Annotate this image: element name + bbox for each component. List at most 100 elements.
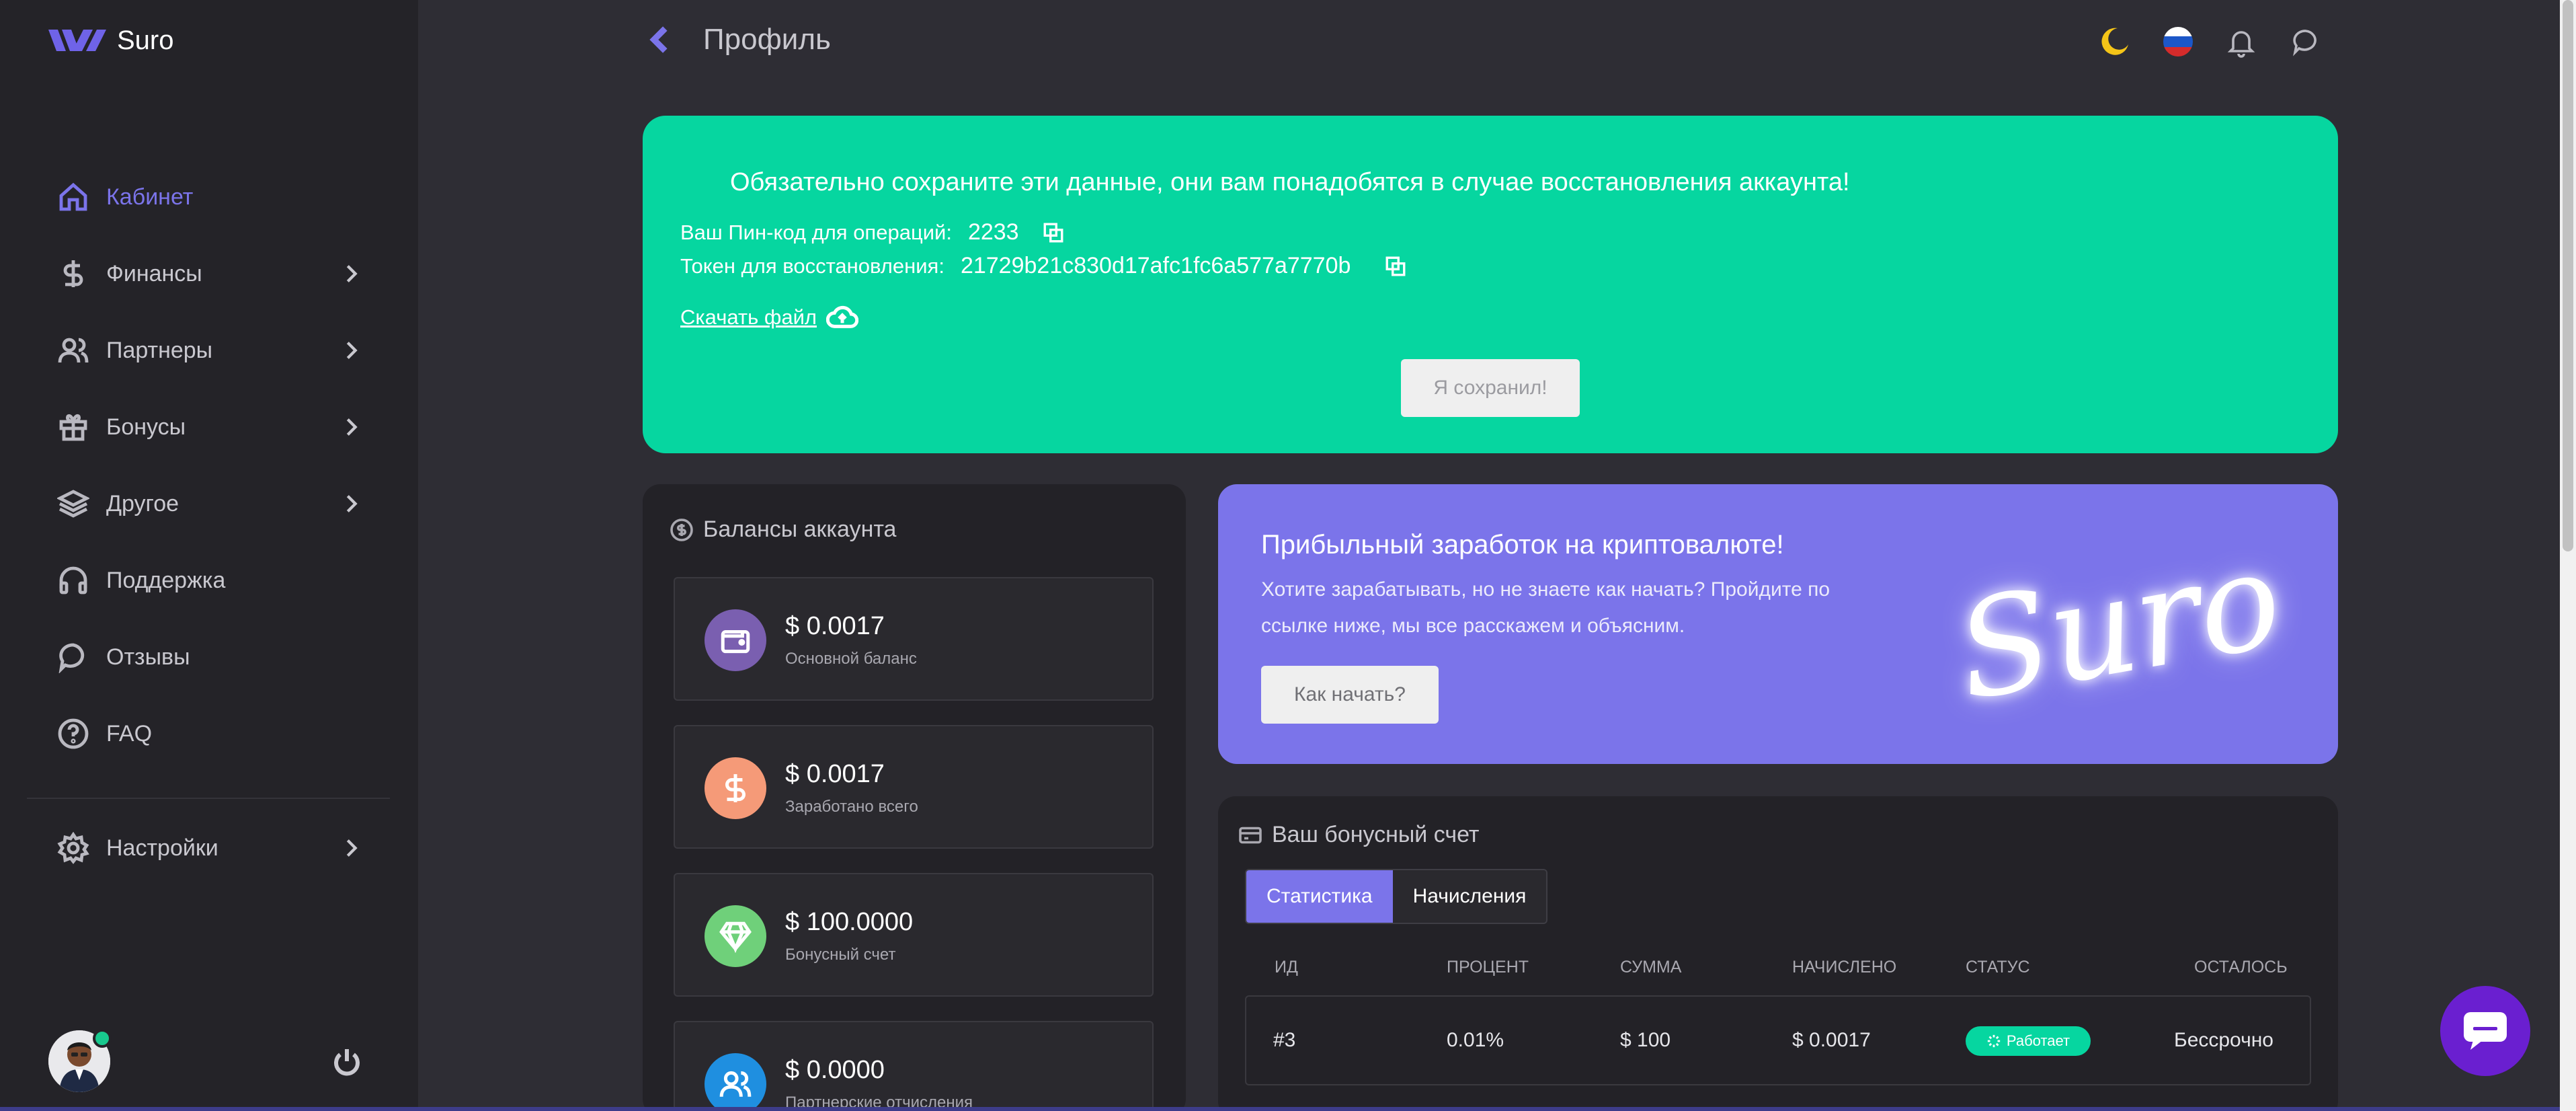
- column-header-id: ИД: [1275, 958, 1298, 976]
- column-header-sum: СУММА: [1620, 958, 1682, 976]
- token-value: 21729b21c830d17afc1fc6a577a7770b: [960, 253, 1351, 278]
- bottom-edge-line: [0, 1107, 2560, 1111]
- column-header-accrued: НАЧИСЛЕНО: [1792, 958, 1897, 976]
- token-row: Токен для восстановления: 21729b21c830d1…: [680, 253, 1407, 279]
- tab-accruals[interactable]: Начисления: [1392, 870, 1547, 923]
- power-icon: [334, 1049, 360, 1076]
- comment-icon: [56, 640, 90, 674]
- token-label: Токен для восстановления:: [680, 254, 944, 278]
- headphones-icon: [56, 564, 90, 597]
- balance-card-earned: $ 0.0017 Заработано всего: [674, 725, 1154, 849]
- tab-statistics[interactable]: Статистика: [1246, 870, 1393, 923]
- language-button[interactable]: [2159, 23, 2197, 61]
- copy-pin-button[interactable]: [1042, 221, 1065, 244]
- bonus-header: Ваш бонусный счет: [1238, 822, 1479, 848]
- sidebar-nav: Кабинет Финансы Партнеры Бонусы Другое П…: [27, 159, 363, 772]
- balance-amount: $ 0.0017: [785, 760, 885, 788]
- credit-card-icon: [1239, 827, 1262, 843]
- chat-icon: [2293, 30, 2317, 56]
- download-label: Скачать файл: [680, 305, 817, 329]
- sidebar-item-label: Отзывы: [106, 644, 190, 670]
- chevron-right-icon: [340, 338, 363, 363]
- sidebar-item-label: Настройки: [106, 835, 218, 861]
- sidebar-item-other[interactable]: Другое: [27, 465, 363, 542]
- download-file-link[interactable]: Скачать файл: [680, 304, 859, 331]
- pin-row: Ваш Пин-код для операций: 2233: [680, 219, 1065, 245]
- copy-icon: [1385, 256, 1406, 276]
- sidebar-item-reviews[interactable]: Отзывы: [27, 619, 363, 695]
- chevron-right-icon: [340, 835, 363, 861]
- sidebar-item-settings[interactable]: Настройки: [27, 810, 363, 886]
- copy-icon: [1043, 223, 1063, 242]
- layers-icon: [56, 487, 90, 521]
- promo-title: Прибыльный заработок на криптовалюте!: [1261, 530, 1784, 560]
- sidebar-item-partners[interactable]: Партнеры: [27, 312, 363, 389]
- balance-card-partner: $ 0.0000 Партнерские отчисления: [674, 1021, 1154, 1111]
- column-header-remaining: ОСТАЛОСЬ: [2194, 958, 2288, 976]
- logout-button[interactable]: [331, 1046, 363, 1079]
- chevron-right-icon: [340, 414, 363, 440]
- balance-amount: $ 0.0017: [785, 612, 885, 640]
- balances-panel: Балансы аккаунта $ 0.0017 Основной балан…: [643, 484, 1186, 1111]
- sidebar-item-bonuses[interactable]: Бонусы: [27, 389, 363, 465]
- sidebar: Suro Кабинет Финансы Партнеры Бонусы Дру…: [0, 0, 418, 1111]
- dollar-icon: [56, 257, 90, 291]
- cell-accrued: $ 0.0017: [1792, 1029, 1871, 1051]
- cell-percent: 0.01%: [1447, 1029, 1504, 1051]
- bonus-account-panel: Ваш бонусный счет Статистика Начисления …: [1218, 796, 2338, 1111]
- support-chat-button[interactable]: [2440, 986, 2530, 1076]
- sidebar-divider: [27, 798, 390, 799]
- sidebar-settings-section: Настройки: [27, 810, 363, 886]
- suro-logo-icon: [48, 30, 106, 51]
- scrollbar-thumb[interactable]: [2563, 0, 2573, 551]
- chevron-right-icon: [340, 261, 363, 286]
- cloud-upload-icon: [826, 305, 859, 328]
- users-icon: [56, 334, 90, 367]
- home-icon: [56, 180, 90, 214]
- saved-button[interactable]: Я сохранил!: [1401, 359, 1580, 417]
- copy-token-button[interactable]: [1384, 255, 1407, 278]
- brand-logo[interactable]: Suro: [48, 23, 174, 58]
- spinner-icon: [1987, 1034, 2001, 1048]
- sidebar-item-cabinet[interactable]: Кабинет: [27, 159, 363, 235]
- bonus-title: Ваш бонусный счет: [1272, 822, 1480, 847]
- sidebar-item-support[interactable]: Поддержка: [27, 542, 363, 619]
- sidebar-item-label: Финансы: [106, 260, 202, 286]
- balances-title: Балансы аккаунта: [703, 516, 897, 542]
- sidebar-item-label: Другое: [106, 490, 179, 516]
- theme-toggle-button[interactable]: [2096, 23, 2134, 61]
- back-button[interactable]: [645, 23, 675, 56]
- sidebar-item-faq[interactable]: FAQ: [27, 695, 363, 772]
- wallet-icon: [705, 609, 766, 671]
- page-title: Профиль: [703, 23, 831, 56]
- alert-title: Обязательно сохраните эти данные, они ва…: [730, 168, 1850, 196]
- sidebar-item-label: Партнеры: [106, 337, 213, 363]
- column-header-status: СТАТУС: [1966, 958, 2030, 976]
- promo-banner: Прибыльный заработок на криптовалюте! Хо…: [1218, 484, 2338, 764]
- promo-text: Хотите зарабатывать, но не знаете как на…: [1261, 578, 1830, 637]
- sidebar-item-finance[interactable]: Финансы: [27, 235, 363, 312]
- brand-name: Suro: [117, 25, 174, 55]
- recovery-data-alert: Обязательно сохраните эти данные, они ва…: [643, 116, 2338, 453]
- table-row: #3 0.01% $ 100 $ 0.0017 Работает Бессроч…: [1245, 995, 2311, 1085]
- balance-amount: $ 100.0000: [785, 908, 914, 936]
- cell-remaining: Бессрочно: [2174, 1029, 2273, 1051]
- question-icon: [56, 717, 90, 751]
- how-to-start-button[interactable]: Как начать?: [1261, 666, 1439, 724]
- bonus-tabs: Статистика Начисления: [1245, 869, 1548, 924]
- suro-neon-logo: Suro: [1945, 520, 2292, 731]
- chat-bubble-icon: [2464, 1012, 2507, 1050]
- messages-button[interactable]: [2287, 23, 2325, 61]
- moon-icon: [2101, 28, 2128, 55]
- status-badge: Работает: [1966, 1026, 2091, 1056]
- notifications-button[interactable]: [2222, 23, 2260, 61]
- chevron-right-icon: [340, 491, 363, 516]
- balances-header: Балансы аккаунта: [670, 516, 896, 543]
- gift-icon: [56, 410, 90, 444]
- pin-label: Ваш Пин-код для операций:: [680, 220, 952, 244]
- dollar-icon: [705, 757, 766, 819]
- sidebar-item-label: Бонусы: [106, 414, 186, 440]
- diamond-icon: [705, 905, 766, 967]
- russia-flag-icon: [2163, 27, 2193, 56]
- online-status-dot: [93, 1029, 112, 1048]
